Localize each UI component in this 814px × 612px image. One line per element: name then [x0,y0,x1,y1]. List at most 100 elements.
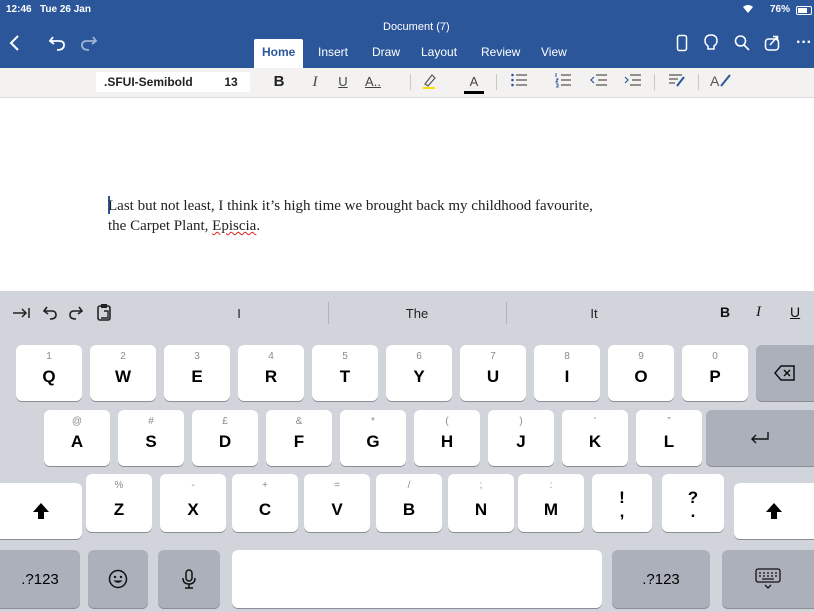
numbered-list-icon[interactable] [552,72,574,92]
microphone-icon [158,550,220,608]
key-n[interactable]: ; N [448,474,514,532]
shift-key-left[interactable] [0,483,82,539]
font-color-button[interactable]: A [462,72,486,94]
lightbulb-icon[interactable] [704,34,718,57]
space-bar[interactable] [232,550,602,608]
suggestion-2[interactable]: The [330,305,504,323]
highlighter-icon[interactable] [418,72,440,92]
undo-icon[interactable] [48,34,66,56]
backspace-key[interactable] [756,345,814,401]
suggestion-1[interactable]: I [154,305,324,323]
key-label: H [440,432,454,451]
key-j[interactable]: ) J [488,410,554,466]
key-h[interactable]: (H [414,410,480,466]
key-label: R [264,367,278,386]
key-v[interactable]: = V [304,474,370,532]
redo-icon[interactable] [68,305,84,326]
key-a[interactable]: @ A [44,410,110,466]
font-name-box[interactable]: .SFUI-Semibold [96,72,214,92]
key-u[interactable]: 7U [460,345,526,401]
key-p[interactable]: 0P [682,345,748,401]
search-icon[interactable] [734,34,750,57]
key-label: N [474,500,488,519]
title-bar: 12:46 Tue 26 Jan 76% Document (7) Home I… [0,0,814,68]
key-r[interactable]: 4R [238,345,304,401]
key-o[interactable]: 9O [608,345,674,401]
divider [328,302,329,324]
keyboard-underline-button[interactable]: U [790,304,800,320]
key-c[interactable]: + C [232,474,298,532]
key-s[interactable]: # S [118,410,184,466]
key-l[interactable]: ” L [636,410,702,466]
italic-button[interactable]: I [304,72,326,92]
wifi-icon [742,4,754,17]
key-secondary-label: 5 [342,351,348,362]
key-k[interactable]: ’ K [562,410,628,466]
numbers-key-left[interactable]: .?123 [0,550,80,608]
increase-indent-icon[interactable] [622,72,644,92]
misspelled-word[interactable]: Episcia [212,218,256,234]
key-i[interactable]: 8I [534,345,600,401]
key-label: W [114,367,132,386]
keyboard-bold-button[interactable]: B [720,304,730,320]
status-time: 12:46 [6,4,32,15]
undo-icon[interactable] [42,305,58,326]
key-comma[interactable]: !, [592,474,652,532]
hide-keyboard-key[interactable] [722,550,814,608]
key-f[interactable]: & F [266,410,332,466]
key-t[interactable]: 5T [312,345,378,401]
paragraph-format-icon[interactable] [666,72,688,92]
emoji-key[interactable] [88,550,148,608]
tab-review[interactable]: Review [481,42,520,62]
tab-home[interactable]: Home [254,39,304,68]
key-y[interactable]: 6Y [386,345,452,401]
key-g[interactable]: * G [340,410,406,466]
bullet-list-icon[interactable] [508,72,530,92]
suggestion-3[interactable]: It [508,305,680,323]
key-period[interactable]: ?. [662,474,724,532]
tab-draw[interactable]: Draw [372,42,400,62]
key-b[interactable]: / B [376,474,442,532]
document-line-2[interactable]: the Carpet Plant, Episcia. [108,216,260,236]
phone-view-icon[interactable] [676,34,688,57]
tab-key-icon[interactable] [12,305,32,326]
key-label: J [516,432,526,451]
dictation-key[interactable] [158,550,220,608]
back-icon[interactable] [8,34,20,56]
svg-text:A: A [710,73,720,88]
more-icon[interactable]: ··· [796,34,812,52]
tab-layout[interactable]: Layout [421,42,457,62]
key-d[interactable]: £ D [192,410,258,466]
numbers-key-right[interactable]: .?123 [612,550,710,608]
key-secondary-label: + [262,480,268,491]
underline-button[interactable]: U [332,72,354,92]
text-effects-button[interactable]: A.. [358,72,388,92]
document-canvas[interactable] [0,98,814,291]
key-label: Y [413,367,425,386]
key-label: Q [42,367,56,386]
key-m[interactable]: :M [518,474,584,532]
tab-insert[interactable]: Insert [318,42,348,62]
keyboard-italic-button[interactable]: I [756,304,761,321]
shift-key-right[interactable] [734,483,814,539]
redo-icon[interactable] [80,34,98,56]
divider [496,74,497,90]
key-z[interactable]: % Z [86,474,152,532]
key-x[interactable]: -X [160,474,226,532]
font-size-box[interactable]: 13 [212,72,250,92]
document-line-1[interactable]: Last but not least, I think it’s high ti… [108,196,593,216]
decrease-indent-icon[interactable] [588,72,610,92]
key-q[interactable]: 1Q [16,345,82,401]
bold-button[interactable]: B [268,72,290,92]
paste-icon[interactable] [96,303,112,326]
key-e[interactable]: 3E [164,345,230,401]
styles-icon[interactable]: A [708,72,734,92]
tab-view[interactable]: View [541,42,567,62]
key-secondary-label: = [334,480,340,491]
divider [698,74,699,90]
return-key[interactable] [706,410,814,466]
font-color-label: A [469,74,479,89]
key-secondary-label: / [407,480,411,491]
key-w[interactable]: 2W [90,345,156,401]
share-icon[interactable] [764,34,780,57]
